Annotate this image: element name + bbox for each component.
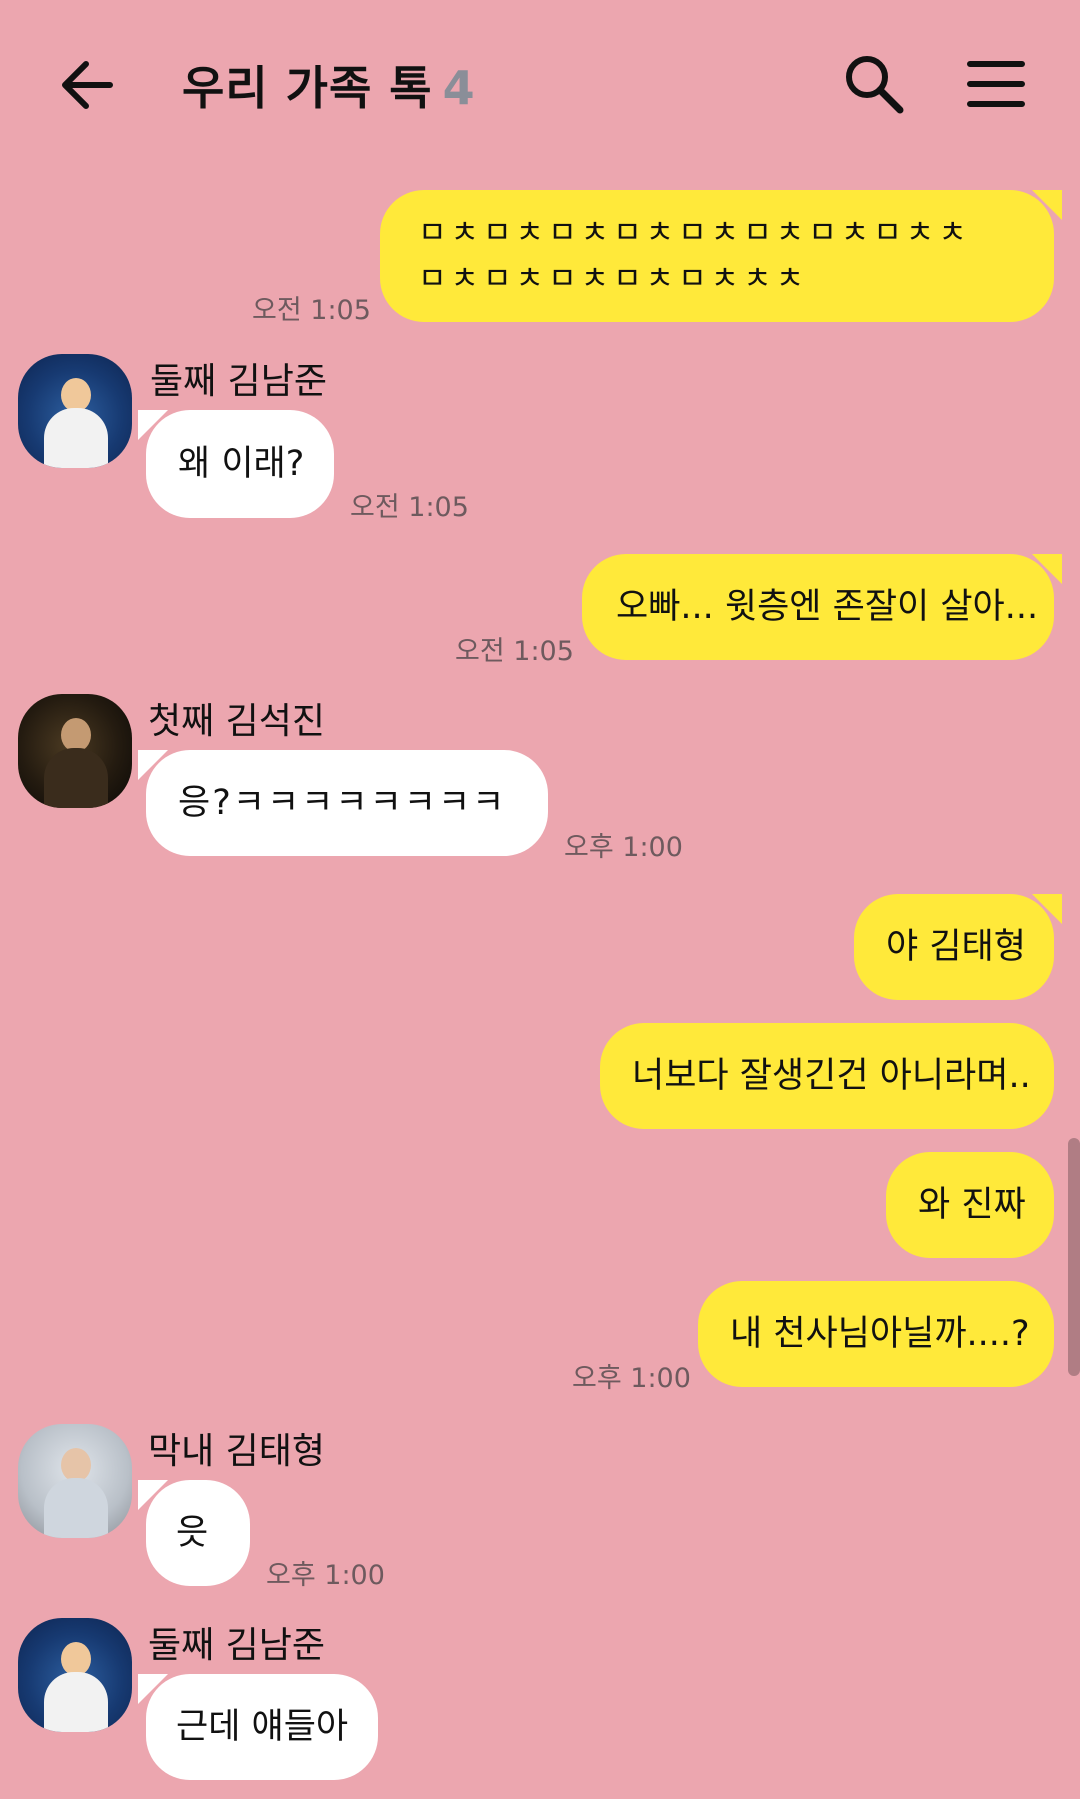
arrow-left-icon[interactable]: [58, 56, 116, 114]
sender-name: 둘째 김남준: [150, 361, 328, 402]
my-message-bubble[interactable]: 너보다 잘생긴건 아니라며..: [600, 1023, 1054, 1129]
message-time: 오전 1:05: [350, 492, 469, 523]
message-text-line: ㅁㅊㅁㅊㅁㅊㅁㅊㅁㅊㅊㅊ: [418, 261, 809, 297]
other-message-bubble[interactable]: 근데 얘들아: [138, 1674, 378, 1780]
chat-title-text: 우리 가족 톡: [182, 61, 433, 115]
scrollbar[interactable]: [1068, 1138, 1080, 1376]
my-message-bubble[interactable]: 오빠... 윗층엔 존잘이 살아...: [582, 554, 1062, 660]
message-time: 오후 1:00: [572, 1363, 691, 1394]
my-message-bubble[interactable]: 내 천사님아닐까....?: [698, 1281, 1054, 1387]
hamburger-menu-icon[interactable]: [966, 58, 1026, 110]
message-time: 오후 1:00: [266, 1560, 385, 1591]
other-message-bubble[interactable]: 왜 이래?: [138, 410, 334, 518]
my-message-bubble[interactable]: ㅁㅊㅁㅊㅁㅊㅁㅊㅁㅊㅁㅊㅁㅊㅁㅊㅊ ㅁㅊㅁㅊㅁㅊㅁㅊㅁㅊㅊㅊ: [380, 190, 1062, 322]
avatar[interactable]: [18, 1424, 132, 1538]
chat-header: 우리 가족 톡4: [0, 0, 1080, 170]
message-text: 근데 얘들아: [176, 1707, 349, 1747]
message-time: 오전 1:05: [252, 295, 371, 326]
message-text: 왜 이래?: [178, 444, 305, 484]
sender-name: 막내 김태형: [148, 1431, 326, 1472]
sender-name: 첫째 김석진: [148, 701, 326, 742]
my-message-bubble[interactable]: 야 김태형: [854, 894, 1062, 1000]
message-text: 야 김태형: [886, 927, 1026, 967]
message-text: 응?ㅋㅋㅋㅋㅋㅋㅋㅋ: [178, 783, 507, 823]
other-message-bubble[interactable]: 응?ㅋㅋㅋㅋㅋㅋㅋㅋ: [138, 750, 548, 856]
message-text: 와 진짜: [918, 1185, 1026, 1225]
message-text: 오빠... 윗층엔 존잘이 살아...: [616, 587, 1039, 627]
member-count: 4: [442, 61, 476, 115]
avatar[interactable]: [18, 1618, 132, 1732]
avatar[interactable]: [18, 694, 132, 808]
search-icon[interactable]: [842, 52, 906, 116]
chat-title: 우리 가족 톡4: [182, 52, 476, 118]
message-text-line: ㅁㅊㅁㅊㅁㅊㅁㅊㅁㅊㅁㅊㅁㅊㅁㅊㅊ: [418, 215, 971, 251]
message-time: 오후 1:00: [564, 832, 683, 863]
message-text: 읏: [176, 1513, 209, 1553]
other-message-bubble[interactable]: 읏: [138, 1480, 250, 1586]
message-time: 오전 1:05: [455, 636, 574, 667]
sender-name: 둘째 김남준: [148, 1625, 326, 1666]
my-message-bubble[interactable]: 와 진짜: [886, 1152, 1054, 1258]
message-text: 내 천사님아닐까....?: [730, 1314, 1030, 1354]
avatar[interactable]: [18, 354, 132, 468]
message-text: 너보다 잘생긴건 아니라며..: [632, 1056, 1031, 1096]
